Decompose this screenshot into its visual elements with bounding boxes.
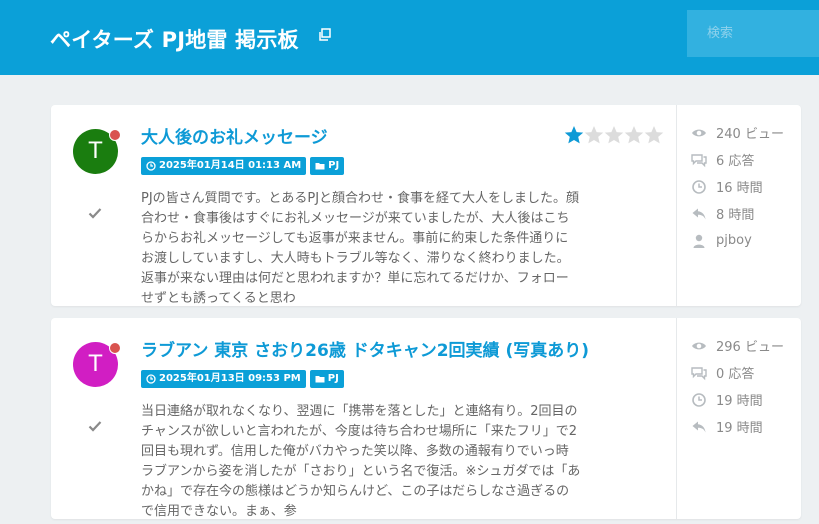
post-card: T 大人後のお礼メッセージ 2025年01月14日 01:13 AM PJ PJ… <box>51 105 801 306</box>
replies-count: 6 応答 <box>691 146 784 173</box>
date-badge[interactable]: 2025年01月13日 09:53 PM <box>141 370 306 388</box>
site-title[interactable]: ペイターズ PJ地雷 掲示板 <box>50 24 299 54</box>
status-dot <box>109 342 121 354</box>
date-badge[interactable]: 2025年01月14日 01:13 AM <box>141 157 307 175</box>
divider <box>676 105 677 306</box>
last-reply-time: 19 時間 <box>691 413 784 440</box>
post-meta: 240 ビュー 6 応答 16 時間 8 時間 pjboy <box>691 119 784 254</box>
comments-icon <box>691 153 707 167</box>
reply-icon <box>692 421 706 432</box>
comments-icon <box>691 366 707 380</box>
site-header: ペイターズ PJ地雷 掲示板 <box>0 0 819 75</box>
author-name[interactable]: pjboy <box>691 227 784 254</box>
category-badge[interactable]: PJ <box>310 157 345 175</box>
clock-icon <box>146 161 156 171</box>
last-reply-time: 8 時間 <box>691 200 784 227</box>
copy-icon[interactable] <box>318 28 332 42</box>
post-category: PJ <box>327 373 339 384</box>
activity-time: 16 時間 <box>691 173 784 200</box>
star-icon[interactable] <box>584 125 604 145</box>
post-title[interactable]: 大人後のお礼メッセージ <box>141 123 328 148</box>
star-icon[interactable] <box>624 125 644 145</box>
post-category: PJ <box>328 160 340 171</box>
post-title[interactable]: ラブアン 東京 さおり26歳 ドタキャン2回実績 (写真あり) <box>141 336 589 361</box>
folder-icon <box>315 163 325 170</box>
clock-icon <box>146 374 156 384</box>
post-excerpt: PJの皆さん質問です。とあるPJと顔合わせ・食事を経て大人をしました。顔合わせ・… <box>141 191 580 306</box>
post-excerpt: 当日連絡が取れなくなり、翌週に「携帯を落とした」と連絡有り。2回目のチャンスが欲… <box>141 404 581 519</box>
activity-time: 19 時間 <box>691 386 784 413</box>
star-icon[interactable] <box>604 125 624 145</box>
rating-stars[interactable] <box>564 125 664 147</box>
post-date: 2025年01月13日 09:53 PM <box>159 373 301 384</box>
status-dot <box>109 129 121 141</box>
search-input[interactable] <box>687 10 819 57</box>
post-tags: 2025年01月14日 01:13 AM PJ <box>141 157 345 175</box>
replies-count: 0 応答 <box>691 359 784 386</box>
eye-icon <box>692 342 706 349</box>
post-card: T ラブアン 東京 さおり26歳 ドタキャン2回実績 (写真あり) 2025年0… <box>51 318 801 519</box>
divider <box>676 318 677 519</box>
clock-icon <box>692 392 706 407</box>
clock-icon <box>692 179 706 194</box>
views-count: 240 ビュー <box>691 119 784 146</box>
folder-icon <box>315 376 325 383</box>
eye-icon <box>692 129 706 136</box>
star-icon[interactable] <box>644 125 664 145</box>
reply-icon <box>692 208 706 219</box>
post-meta: 296 ビュー 0 応答 19 時間 19 時間 <box>691 332 784 440</box>
user-icon <box>693 234 705 248</box>
post-date: 2025年01月14日 01:13 AM <box>159 160 302 171</box>
check-icon <box>88 208 102 219</box>
post-tags: 2025年01月13日 09:53 PM PJ <box>141 370 344 388</box>
star-icon[interactable] <box>564 125 584 145</box>
views-count: 296 ビュー <box>691 332 784 359</box>
category-badge[interactable]: PJ <box>309 370 344 388</box>
check-icon <box>88 421 102 432</box>
